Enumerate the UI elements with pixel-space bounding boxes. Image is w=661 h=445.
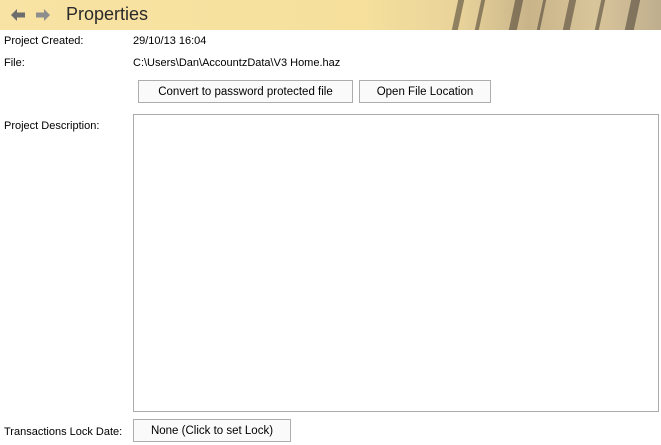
project-description-label: Project Description: — [4, 120, 100, 132]
forward-arrow-icon[interactable] — [34, 6, 52, 24]
banner-texture — [562, 0, 577, 30]
header-banner: Properties — [0, 0, 661, 30]
banner-texture — [474, 0, 486, 30]
page-title: Properties — [66, 4, 149, 24]
project-created-label: Project Created: — [4, 35, 84, 47]
convert-to-password-button[interactable]: Convert to password protected file — [138, 80, 353, 103]
banner-texture — [594, 0, 606, 30]
back-arrow-icon[interactable] — [9, 6, 27, 24]
open-file-location-button[interactable]: Open File Location — [359, 80, 491, 103]
project-created-value: 29/10/13 16:04 — [133, 35, 207, 47]
project-description-input[interactable] — [133, 114, 659, 412]
banner-texture — [536, 0, 547, 30]
banner-texture — [508, 0, 524, 30]
banner-texture — [451, 0, 465, 30]
file-path-value: C:\Users\Dan\AccountzData\V3 Home.haz — [133, 57, 341, 69]
file-label: File: — [4, 57, 25, 69]
set-lock-date-button[interactable]: None (Click to set Lock) — [133, 419, 291, 442]
transactions-lock-date-label: Transactions Lock Date: — [4, 426, 123, 438]
banner-texture — [624, 0, 641, 30]
